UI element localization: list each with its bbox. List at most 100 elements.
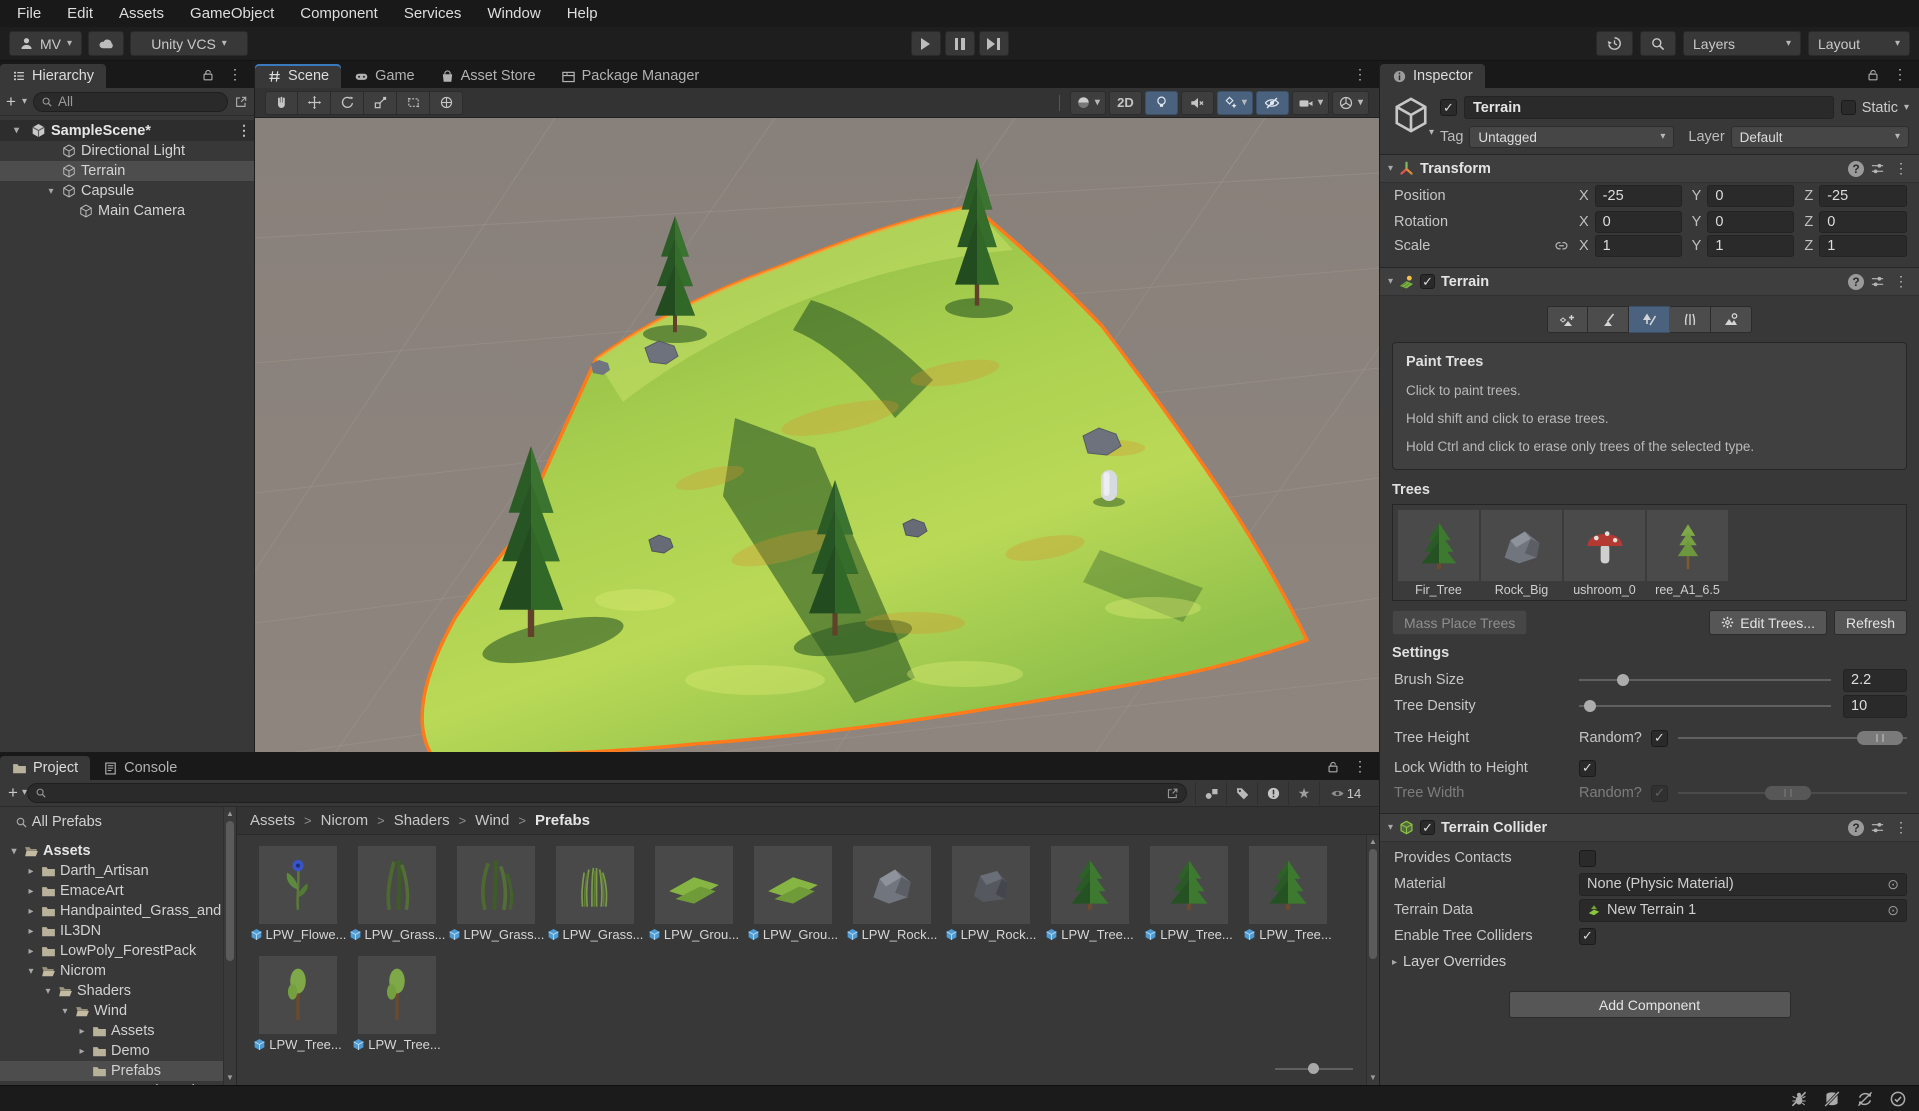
kebab-menu-icon[interactable]: ⋮ xyxy=(1890,66,1910,83)
activity-ok-icon[interactable] xyxy=(1889,1090,1907,1108)
tree-density-value-field[interactable]: 10 xyxy=(1843,695,1907,718)
scroll-up-icon[interactable]: ▲ xyxy=(1367,836,1379,848)
asset-tile[interactable]: LPW_Grou... xyxy=(645,846,742,942)
folder-tree-item[interactable]: ▸ Demo xyxy=(0,1041,236,1061)
refresh-button[interactable]: Refresh xyxy=(1834,610,1907,635)
object-picker-icon[interactable]: ⊙ xyxy=(1887,876,1899,893)
hierarchy-item[interactable]: Main Camera xyxy=(0,201,254,221)
folder-tree-item[interactable]: ▸ LowPoly_ForestPack xyxy=(0,941,236,961)
asset-tile[interactable]: LPW_Flowe... xyxy=(249,846,346,942)
kebab-menu-icon[interactable]: ⋮ xyxy=(1891,819,1911,836)
2d-toggle-button[interactable]: 2D xyxy=(1109,91,1142,115)
scene-visibility-button[interactable] xyxy=(1256,91,1289,115)
material-object-field[interactable]: None (Physic Material) ⊙ xyxy=(1579,873,1907,896)
scroll-down-icon[interactable]: ▼ xyxy=(224,1072,236,1084)
rotation-y-field[interactable]: 0 xyxy=(1707,211,1794,233)
foldout-icon[interactable]: ▾ xyxy=(1388,163,1393,174)
search-options-icon[interactable] xyxy=(234,95,248,109)
kebab-menu-icon[interactable]: ⋮ xyxy=(1891,273,1911,290)
draw-mode-dropdown[interactable]: ▾ xyxy=(1070,91,1106,115)
layer-dropdown[interactable]: Default▾ xyxy=(1731,126,1909,148)
thumbnail-size-slider[interactable] xyxy=(1275,1062,1353,1076)
foldout-icon[interactable]: ▾ xyxy=(1388,822,1393,833)
rect-tool-button[interactable] xyxy=(397,91,430,115)
asset-thumbnail[interactable] xyxy=(853,846,931,924)
asset-thumbnail[interactable] xyxy=(358,846,436,924)
link-scale-icon[interactable] xyxy=(1554,239,1569,254)
lock-icon[interactable] xyxy=(1866,68,1880,82)
paint-trees-tool[interactable] xyxy=(1629,306,1670,333)
unity-vcs-dropdown[interactable]: Unity VCS ▾ xyxy=(130,31,248,56)
layout-dropdown[interactable]: Layout ▾ xyxy=(1808,31,1910,56)
step-button[interactable] xyxy=(979,31,1009,56)
tab-console[interactable]: Console xyxy=(91,756,189,780)
tree-scrollbar[interactable]: ▲ ▼ xyxy=(223,807,236,1085)
hierarchy-item[interactable]: ▾ Capsule xyxy=(0,181,254,201)
audio-toggle-button[interactable] xyxy=(1181,91,1214,115)
tree-height-random-checkbox[interactable]: ✓ xyxy=(1651,730,1668,747)
scale-x-field[interactable]: 1 xyxy=(1595,235,1682,257)
provides-contacts-checkbox[interactable] xyxy=(1579,850,1596,867)
debugger-detached-icon[interactable] xyxy=(1790,1090,1808,1108)
menu-item[interactable]: Assets xyxy=(106,0,177,27)
paint-details-tool[interactable] xyxy=(1670,306,1711,333)
asset-tile[interactable]: LPW_Grass... xyxy=(447,846,544,942)
asset-tile[interactable]: LPW_Rock... xyxy=(843,846,940,942)
create-add-button[interactable]: + xyxy=(8,783,18,803)
expander-icon[interactable]: ▸ xyxy=(25,886,37,897)
menu-item[interactable]: Help xyxy=(554,0,611,27)
search-by-import-log-button[interactable] xyxy=(1257,782,1288,805)
folder-tree-item[interactable]: ▾ Nicrom xyxy=(0,961,236,981)
tree-palette-item[interactable]: Fir_Tree xyxy=(1398,510,1479,597)
account-button[interactable]: MV ▾ xyxy=(9,31,82,56)
enable-tree-colliders-checkbox[interactable]: ✓ xyxy=(1579,928,1596,945)
pause-button[interactable] xyxy=(945,31,975,56)
object-picker-icon[interactable]: ⊙ xyxy=(1887,902,1899,919)
tree-height-range-slider[interactable] xyxy=(1678,727,1907,749)
asset-thumbnail[interactable] xyxy=(952,846,1030,924)
kebab-menu-icon[interactable]: ⋮ xyxy=(1350,758,1370,775)
breadcrumb-item[interactable]: Assets xyxy=(250,812,295,829)
paint-terrain-tool[interactable] xyxy=(1588,306,1629,333)
folder-tree-item[interactable]: ▸ IL3DN xyxy=(0,921,236,941)
folder-tree-item[interactable]: ▾ Assets xyxy=(0,841,236,861)
tree-palette-item[interactable]: ushroom_0 xyxy=(1564,510,1645,597)
move-tool-button[interactable] xyxy=(298,91,331,115)
undo-history-button[interactable] xyxy=(1596,31,1633,56)
asset-thumbnail[interactable] xyxy=(1051,846,1129,924)
effects-toggle-button[interactable]: ▾ xyxy=(1217,91,1253,115)
scene-canvas[interactable] xyxy=(255,118,1379,752)
presets-icon[interactable] xyxy=(1870,161,1885,176)
presets-icon[interactable] xyxy=(1870,820,1885,835)
asset-thumbnail[interactable] xyxy=(655,846,733,924)
rotate-tool-button[interactable] xyxy=(331,91,364,115)
asset-tile[interactable]: LPW_Grass... xyxy=(546,846,643,942)
expander-icon[interactable]: ▾ xyxy=(42,986,54,997)
scroll-down-icon[interactable]: ▼ xyxy=(1367,1072,1379,1084)
menu-item[interactable]: File xyxy=(4,0,54,27)
tab-hierarchy[interactable]: Hierarchy xyxy=(0,64,106,88)
play-button[interactable] xyxy=(911,31,941,56)
tag-dropdown[interactable]: Untagged▾ xyxy=(1469,126,1674,148)
folder-tree-item[interactable]: ▸ Darth_Artisan xyxy=(0,861,236,881)
terrain-settings-tool[interactable] xyxy=(1711,306,1752,333)
position-y-field[interactable]: 0 xyxy=(1707,185,1794,207)
scene-view-tab[interactable]: Game xyxy=(342,64,427,88)
create-neighbor-terrains-tool[interactable] xyxy=(1547,306,1588,333)
foldout-icon[interactable]: ▾ xyxy=(1388,276,1393,287)
hidden-count-button[interactable]: 14 xyxy=(1319,782,1371,805)
kebab-menu-icon[interactable]: ⋮ xyxy=(1350,66,1370,83)
scale-tool-button[interactable] xyxy=(364,91,397,115)
slider-knob[interactable] xyxy=(1308,1063,1319,1074)
scrollbar-thumb[interactable] xyxy=(1369,849,1377,959)
scroll-up-icon[interactable]: ▲ xyxy=(224,808,236,820)
breadcrumb-item[interactable]: Wind xyxy=(475,812,509,829)
asset-tile[interactable]: LPW_Tree... xyxy=(348,956,445,1052)
search-by-type-button[interactable] xyxy=(1195,782,1226,805)
edit-trees-button[interactable]: Edit Trees... xyxy=(1709,610,1827,635)
asset-thumbnail[interactable] xyxy=(1249,846,1327,924)
folder-tree-item[interactable]: ▸ Assets xyxy=(0,1021,236,1041)
tab-project[interactable]: Project xyxy=(0,756,90,780)
help-icon[interactable]: ? xyxy=(1848,820,1864,836)
asset-tile[interactable]: LPW_Tree... xyxy=(249,956,346,1052)
